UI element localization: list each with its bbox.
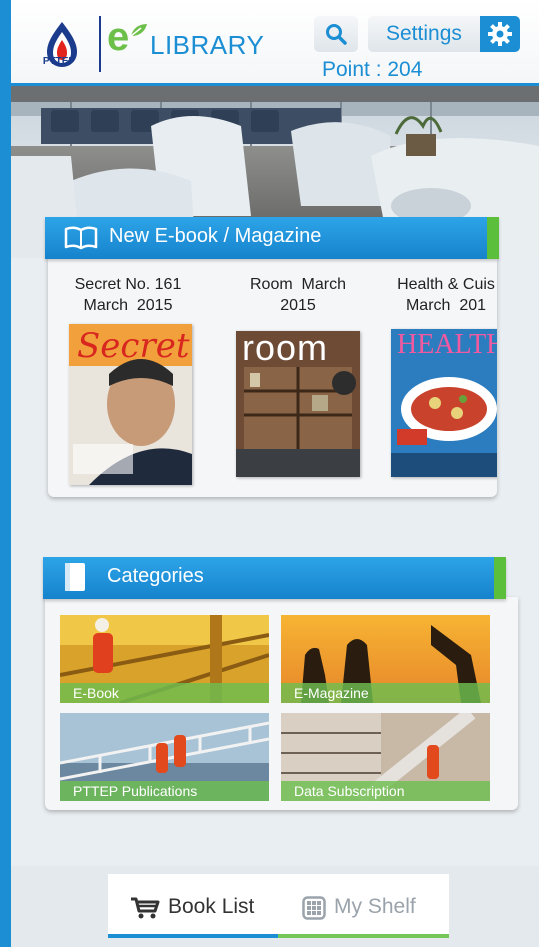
book-item[interactable]: Secret No. 161 March 2015: [53, 274, 203, 316]
shelf-grid-icon: [302, 896, 326, 920]
tab-my-shelf[interactable]: My Shelf: [278, 874, 449, 938]
search-icon: [326, 24, 347, 45]
app-header: PTTEP e LIBRARY Settings Point: 204: [11, 0, 539, 86]
book-title: Secret No. 161 March 2015: [74, 276, 182, 314]
tab-my-shelf-label: My Shelf: [334, 895, 416, 918]
search-button[interactable]: [314, 16, 358, 52]
notebook-icon: [65, 563, 85, 591]
cover-title: Secret: [77, 326, 190, 366]
settings-button[interactable]: Settings: [368, 16, 520, 52]
new-ebook-header: New E-book / Magazine: [45, 217, 499, 259]
tab-book-list-label: Book List: [168, 895, 255, 918]
category-emagazine[interactable]: E-Magazine: [281, 615, 490, 703]
header-divider: [99, 16, 101, 72]
book-item[interactable]: Room March 2015: [223, 274, 373, 316]
category-pttep-publications[interactable]: PTTEP Publications: [60, 713, 269, 801]
cart-icon: [131, 897, 160, 919]
open-book-icon: [64, 226, 98, 250]
health-cuisine-cover[interactable]: HEALTH: [391, 329, 497, 477]
categories-title: Categories: [107, 565, 204, 587]
room-cover[interactable]: room: [236, 331, 360, 477]
cover-title: room: [242, 331, 329, 368]
category-label: PTTEP Publications: [60, 781, 269, 801]
tab-book-list[interactable]: Book List: [108, 874, 278, 938]
category-label: E-Book: [60, 683, 269, 703]
new-ebook-panel: Secret No. 161 March 2015 Room March 201…: [48, 258, 497, 497]
settings-label: Settings: [386, 22, 462, 45]
categories-panel: E-Book E-Magazine PTTEP Publications Dat…: [45, 597, 518, 810]
book-item[interactable]: Health & Cuis March 201: [371, 274, 497, 316]
category-label: E-Magazine: [281, 683, 490, 703]
company-name: PTTEP: [42, 56, 76, 67]
cover-title: HEALTH: [397, 329, 497, 360]
app-screen: PTTEP e LIBRARY Settings Point: 204 Sec…: [11, 0, 539, 947]
new-ebook-title: New E-book / Magazine: [109, 225, 322, 247]
gear-icon: [488, 22, 512, 46]
point-balance: Point : 204: [322, 58, 423, 81]
leaf-icon: [130, 24, 147, 37]
brand-e: e: [107, 15, 130, 59]
categories-header: Categories: [43, 557, 506, 599]
secret-cover[interactable]: Secret: [69, 324, 192, 485]
book-title: Room March 2015: [249, 276, 347, 314]
category-data-subscription[interactable]: Data Subscription: [281, 713, 490, 801]
book-title: Health & Cuis March 201: [397, 276, 495, 314]
bottom-tab-bar: Book List My Shelf: [11, 866, 539, 947]
brand-name: LIBRARY: [150, 30, 265, 60]
category-ebook[interactable]: E-Book: [60, 615, 269, 703]
gear-box: [480, 16, 520, 52]
category-label: Data Subscription: [281, 781, 490, 801]
